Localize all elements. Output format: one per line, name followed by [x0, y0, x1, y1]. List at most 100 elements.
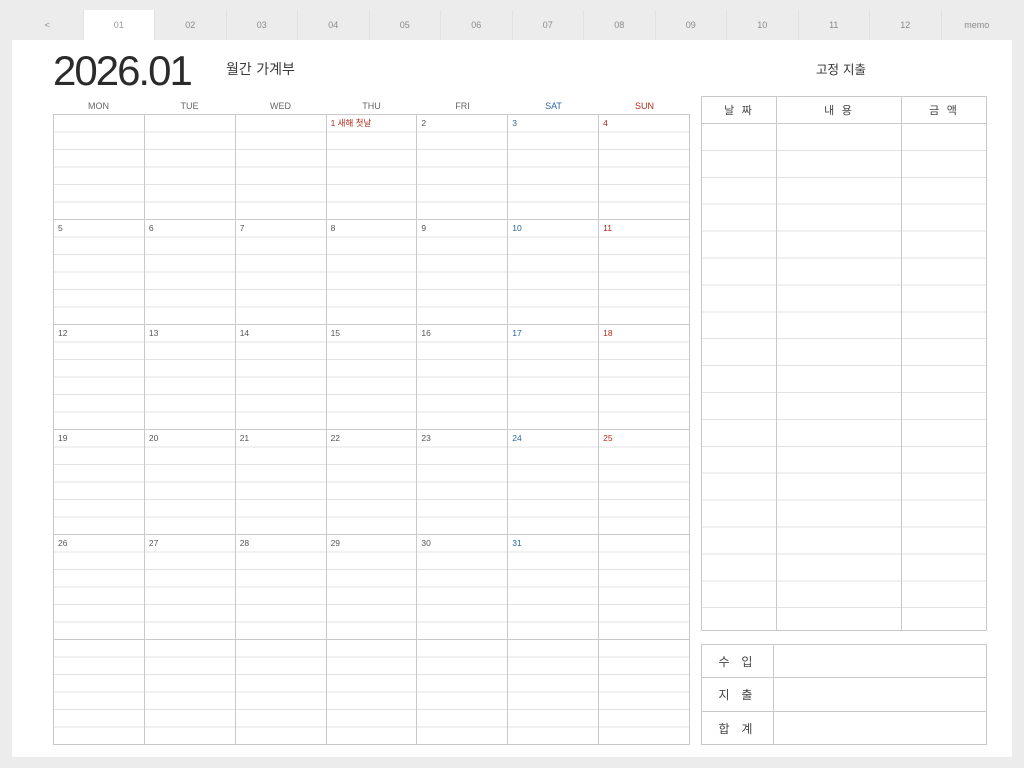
income-row: 수 입 — [702, 645, 986, 679]
day-number: 17 — [512, 328, 524, 338]
calendar-day-cell[interactable]: 16 — [417, 325, 509, 430]
day-number: 21 — [239, 433, 252, 443]
page-subtitle: 월간 가계부 — [226, 62, 295, 78]
tab-memo[interactable]: memo — [941, 10, 1012, 40]
day-number: 16 — [421, 328, 433, 338]
tab-07[interactable]: 07 — [512, 10, 584, 40]
day-number: 1 새해 첫날 — [330, 118, 374, 128]
day-number: 26 — [58, 538, 70, 548]
column-content: 내 용 — [777, 97, 902, 123]
day-number: 24 — [512, 433, 524, 443]
calendar-day-cell[interactable]: 25 — [599, 430, 690, 535]
calendar-day-cell[interactable]: 8 — [326, 220, 418, 325]
calendar-day-cell[interactable] — [599, 535, 690, 640]
calendar-day-cell[interactable]: 20 — [144, 430, 236, 535]
total-row: 합 계 — [702, 711, 986, 745]
calendar-day-cell[interactable]: 21 — [235, 430, 327, 535]
calendar-day-cell[interactable]: 26 — [54, 535, 145, 640]
calendar-day-cell[interactable]: 4 — [599, 115, 690, 220]
content-input-column[interactable] — [777, 124, 902, 630]
calendar-day-cell[interactable]: 14 — [235, 325, 327, 430]
weekday-mon: MON — [88, 101, 109, 111]
calendar-day-cell[interactable]: 19 — [54, 430, 145, 535]
calendar-day-cell[interactable]: 23 — [417, 430, 509, 535]
calendar-grid: 1 새해 첫날 2 3 4 5 6 7 8 9 10 11 12 13 14 15 16 17 18 19 20 21 2… — [53, 114, 690, 745]
tab-03[interactable]: 03 — [226, 10, 298, 40]
weekday-sat: SAT — [545, 101, 562, 111]
tab-09[interactable]: 09 — [655, 10, 727, 40]
day-number: 28 — [239, 538, 252, 548]
day-number: 5 — [58, 223, 65, 233]
tab-prev[interactable]: < — [12, 10, 84, 40]
tab-08[interactable]: 08 — [584, 10, 656, 40]
calendar-day-cell[interactable]: 22 — [326, 430, 418, 535]
calendar-day-cell[interactable]: 17 — [508, 325, 600, 430]
calendar-day-cell[interactable]: 30 — [417, 535, 509, 640]
tab-01[interactable]: 01 — [83, 10, 155, 40]
expense-field[interactable] — [774, 678, 986, 710]
tab-10[interactable]: 10 — [727, 10, 799, 40]
tab-02[interactable]: 02 — [155, 10, 227, 40]
month-tab-bar: <01 02 03 04 05 06 07 08 09 10 11 12 memo — [12, 10, 1012, 40]
day-number: 18 — [603, 328, 615, 338]
calendar-day-cell[interactable]: 15 — [326, 325, 418, 430]
calendar-day-cell[interactable] — [599, 640, 690, 745]
calendar-day-cell[interactable] — [326, 640, 418, 745]
day-number: 10 — [512, 223, 524, 233]
calendar-day-cell[interactable]: 13 — [144, 325, 236, 430]
calendar-day-cell[interactable] — [54, 115, 145, 220]
calendar-day-cell[interactable]: 5 — [54, 220, 145, 325]
tab-06[interactable]: 06 — [441, 10, 513, 40]
calendar-day-cell[interactable]: 9 — [417, 220, 509, 325]
calendar-day-cell[interactable] — [235, 640, 327, 745]
calendar-day-cell[interactable]: 18 — [599, 325, 690, 430]
weekday-wed: WED — [270, 101, 291, 111]
calendar-day-cell[interactable]: 24 — [508, 430, 600, 535]
day-number: 11 — [603, 223, 614, 233]
day-number: 29 — [330, 538, 343, 548]
tab-12[interactable]: 12 — [870, 10, 942, 40]
summary-table: 수 입 지 출 합 계 — [701, 644, 987, 745]
day-number: 13 — [148, 328, 161, 338]
calendar-day-cell[interactable] — [144, 640, 236, 745]
fixed-expense-header: 날 짜 내 용 금 액 — [702, 97, 986, 124]
calendar-day-cell[interactable] — [235, 115, 327, 220]
day-number: 19 — [58, 433, 70, 443]
amount-input-column[interactable] — [902, 124, 986, 630]
column-date: 날 짜 — [702, 97, 777, 123]
total-field[interactable] — [774, 712, 986, 745]
calendar-day-cell[interactable]: 2 — [417, 115, 509, 220]
weekday-tue: TUE — [180, 101, 199, 111]
calendar-day-cell[interactable] — [54, 640, 145, 745]
calendar-day-cell[interactable] — [508, 640, 600, 745]
calendar-day-cell[interactable]: 28 — [235, 535, 327, 640]
calendar-day-cell[interactable]: 1 새해 첫날 — [326, 115, 418, 220]
calendar-day-cell[interactable] — [144, 115, 236, 220]
calendar-day-cell[interactable]: 27 — [144, 535, 236, 640]
calendar-day-cell[interactable] — [417, 640, 509, 745]
calendar-day-cell[interactable]: 12 — [54, 325, 145, 430]
column-amount: 금 액 — [929, 104, 959, 117]
tab-11[interactable]: 11 — [798, 10, 870, 40]
day-number: 14 — [239, 328, 252, 338]
tab-04[interactable]: 04 — [298, 10, 370, 40]
tab-05[interactable]: 05 — [369, 10, 441, 40]
day-number: 6 — [148, 223, 156, 233]
day-number: 3 — [512, 118, 520, 128]
expense-label: 지 출 — [702, 678, 774, 711]
calendar-day-cell[interactable]: 10 — [508, 220, 600, 325]
fixed-expense-body — [702, 124, 986, 630]
day-number: 9 — [421, 223, 429, 233]
calendar-day-cell[interactable]: 6 — [144, 220, 236, 325]
day-number: 12 — [58, 328, 70, 338]
calendar-day-cell[interactable]: 7 — [235, 220, 327, 325]
weekday-sun: SUN — [634, 101, 654, 111]
calendar-day-cell[interactable]: 3 — [508, 115, 600, 220]
calendar-day-cell[interactable]: 29 — [326, 535, 418, 640]
income-field[interactable] — [774, 645, 986, 677]
budget-sheet: 2026.01 월간 가계부 고정 지출 MON TUE WED THU FRI SAT S… — [12, 40, 1012, 757]
calendar-day-cell[interactable]: 11 — [599, 220, 690, 325]
calendar-day-cell[interactable]: 31 — [508, 535, 600, 640]
day-number: 25 — [603, 433, 615, 443]
date-input-column[interactable] — [702, 124, 777, 630]
